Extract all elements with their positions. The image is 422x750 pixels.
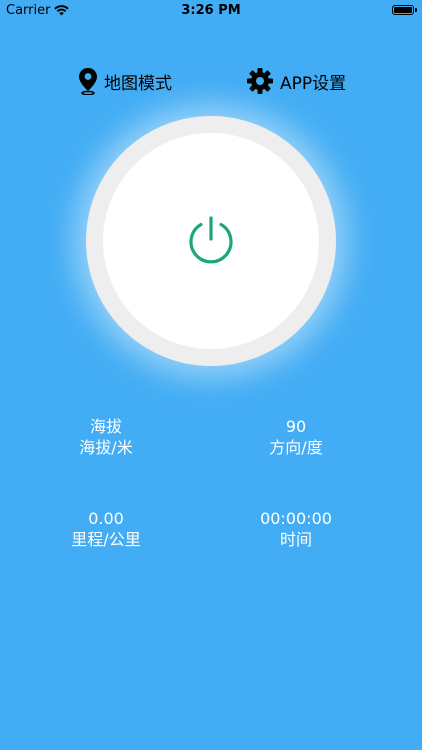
app-settings-label: APP设置 (280, 73, 347, 94)
power-icon (189, 216, 233, 264)
duration-label: 时间 (279, 530, 312, 549)
status-bar: Carrier 3:26 PM (0, 0, 422, 22)
power-button[interactable] (103, 133, 319, 349)
battery-icon (392, 5, 417, 15)
direction-value: 90 (285, 417, 307, 436)
location-pin-icon (79, 68, 97, 95)
gear-icon (247, 68, 273, 94)
direction-label: 方向/度 (269, 438, 323, 457)
altitude-value: 海拔 (89, 417, 122, 436)
map-mode-label: 地图模式 (104, 73, 172, 94)
distance-stat: 0.00 里程/公里 (36, 508, 176, 550)
distance-value: 0.00 (88, 509, 124, 528)
altitude-label: 海拔/米 (79, 438, 133, 457)
map-mode-button[interactable]: 地图模式 (78, 66, 172, 96)
altitude-stat: 海拔 海拔/米 (36, 416, 176, 458)
power-ring (86, 116, 336, 366)
distance-label: 里程/公里 (71, 530, 141, 549)
duration-value: 00:00:00 (260, 509, 332, 528)
app-settings-button[interactable]: APP设置 (246, 66, 346, 96)
direction-stat: 90 方向/度 (226, 416, 366, 458)
clock: 3:26 PM (181, 3, 241, 18)
duration-stat: 00:00:00 时间 (226, 508, 366, 550)
